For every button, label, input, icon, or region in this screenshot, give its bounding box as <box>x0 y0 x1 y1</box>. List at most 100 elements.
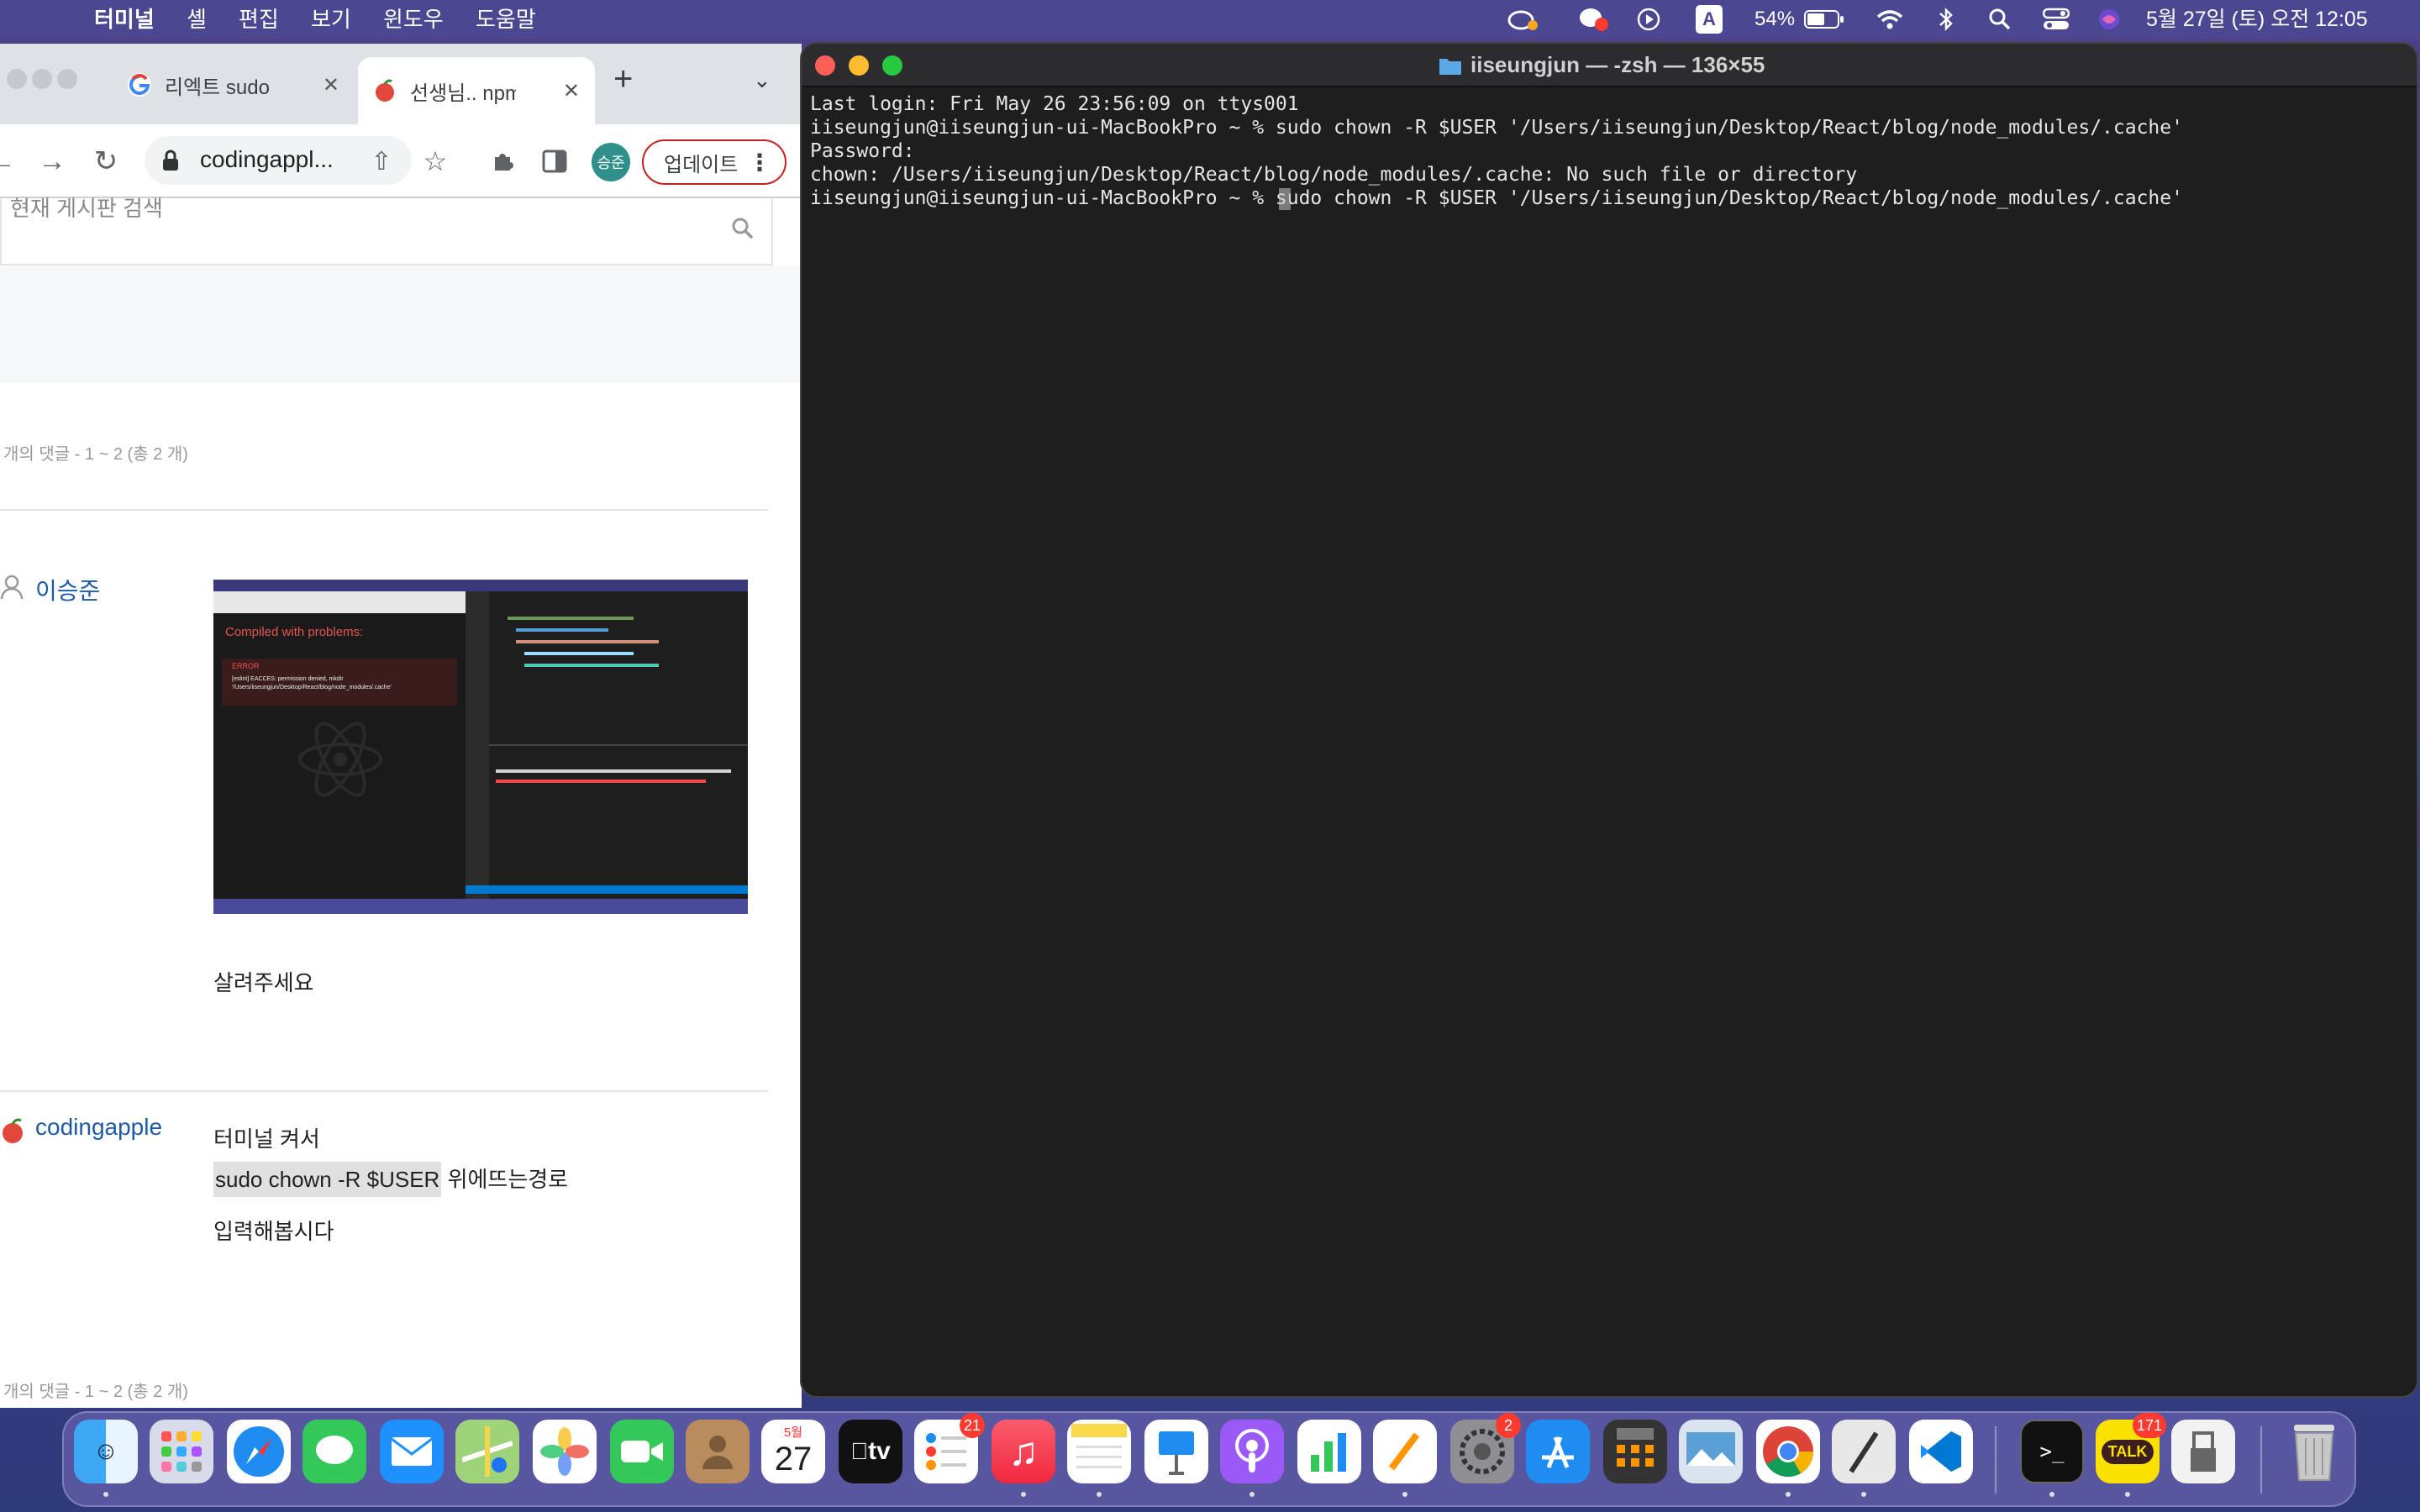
terminal-titlebar[interactable]: iiseungjun — -zsh — 136×55 <box>802 44 2417 87</box>
profile-avatar[interactable]: 승준 <box>592 143 630 181</box>
tab-title: 리엑트 sudo ch <box>165 76 271 99</box>
wifi-icon[interactable] <box>1874 5 1906 34</box>
share-icon[interactable]: ⇧ <box>360 139 403 183</box>
input-source-indicator[interactable]: A <box>1696 5 1723 34</box>
menu-help[interactable]: 도움말 <box>476 0 536 39</box>
folder-icon <box>1439 59 1461 75</box>
facetime-icon[interactable] <box>610 1420 674 1483</box>
reminders-badge: 21 <box>959 1413 985 1438</box>
new-tab-icon[interactable]: + <box>613 60 633 98</box>
dock-separator <box>1995 1426 1996 1494</box>
menu-edit[interactable]: 편집 <box>239 0 279 39</box>
notes-icon[interactable] <box>1067 1420 1131 1483</box>
zoom-window-button[interactable] <box>57 69 77 89</box>
mail-icon[interactable] <box>380 1420 444 1483</box>
screenshot-status-bar <box>466 885 748 894</box>
menubar-clock[interactable]: 5월 27일 (토) 오전 12:05 <box>2146 0 2368 39</box>
comment-line-rest: 위에뜨는경로 <box>441 1167 569 1192</box>
back-arrow-icon[interactable]: ← <box>0 139 24 183</box>
forward-arrow-icon[interactable]: → <box>30 139 74 183</box>
close-tab-icon[interactable]: ✕ <box>323 73 339 97</box>
reminders-icon[interactable]: 21 <box>914 1413 985 1483</box>
running-indicator <box>2049 1492 2054 1497</box>
system-settings-icon[interactable]: 2 <box>1450 1413 1521 1483</box>
close-tab-icon[interactable]: ✕ <box>563 79 580 103</box>
comment-line: 입력해봅시다 <box>213 1219 334 1244</box>
launchpad-icon[interactable] <box>150 1420 213 1483</box>
screenshot-activity-bar <box>466 591 489 899</box>
attached-screenshot[interactable]: Compiled with problems: ERROR [eslint] E… <box>213 580 748 914</box>
zoom-window-button[interactable] <box>882 55 902 76</box>
apple-tv-icon[interactable]: tv <box>839 1420 902 1483</box>
minimize-window-button[interactable] <box>32 69 52 89</box>
bluetooth-icon[interactable] <box>1934 5 1958 34</box>
close-window-button[interactable] <box>815 55 835 76</box>
screenshot-error-text: [eslint] EACCES: permission denied, mkdi… <box>232 676 392 690</box>
terminal-line: Last login: Fri May 26 23:56:09 on ttys0… <box>810 93 1299 115</box>
side-panel-icon[interactable] <box>533 139 576 183</box>
calendar-icon[interactable]: 5월 27 <box>761 1420 825 1483</box>
creative-cloud-icon[interactable] <box>1506 5 1539 34</box>
menu-view[interactable]: 보기 <box>311 0 351 39</box>
usb-tool-icon[interactable] <box>2171 1420 2235 1483</box>
vscode-icon[interactable] <box>1909 1420 1973 1483</box>
menu-window[interactable]: 윈도우 <box>383 0 444 39</box>
keynote-icon[interactable] <box>1144 1420 1208 1483</box>
control-center-icon[interactable] <box>2042 5 2070 34</box>
tab-search-chevron-icon[interactable]: ⌄ <box>753 67 771 93</box>
minimize-window-button[interactable] <box>849 55 869 76</box>
preview-icon[interactable] <box>1679 1420 1743 1483</box>
play-icon[interactable] <box>1634 5 1664 34</box>
comment-author[interactable]: 이승준 <box>35 573 100 606</box>
tab-react-sudo[interactable]: 리엑트 sudo ch ✕ <box>126 55 355 114</box>
screenshot-panel-divider <box>489 744 748 746</box>
more-menu-icon[interactable]: ⋮ <box>748 149 771 176</box>
calendar-day: 27 <box>774 1441 813 1478</box>
divider <box>0 509 768 511</box>
battery-icon[interactable] <box>1803 5 1845 34</box>
contacts-icon[interactable] <box>686 1420 750 1483</box>
script-editor-icon[interactable] <box>1832 1420 1896 1483</box>
settings-badge: 2 <box>1496 1413 1521 1438</box>
apple-avatar-icon <box>3 1118 23 1143</box>
menu-shell[interactable]: 셸 <box>187 0 207 39</box>
pages-icon[interactable] <box>1373 1420 1437 1483</box>
terminal-icon[interactable]: >_ <box>2020 1420 2084 1483</box>
board-search-field[interactable]: 현재 게시판 검색 <box>0 196 773 265</box>
menu-app-name[interactable]: 터미널 <box>94 0 155 39</box>
safari-icon[interactable] <box>227 1420 291 1483</box>
running-indicator <box>1402 1492 1407 1497</box>
comment-author[interactable]: codingapple <box>35 1114 162 1141</box>
notification-app-icon[interactable] <box>1576 5 1610 34</box>
app-store-icon[interactable] <box>1526 1420 1590 1483</box>
address-text[interactable]: codingappl... <box>200 146 334 173</box>
numbers-icon[interactable] <box>1297 1420 1361 1483</box>
trash-icon[interactable] <box>2282 1420 2346 1483</box>
terminal-line: iiseungjun@iiseungjun-ui-MacBookPro ~ % … <box>810 117 2183 139</box>
kakaotalk-icon[interactable]: TALK 171 <box>2096 1413 2166 1483</box>
screenshot-menubar <box>213 580 748 591</box>
terminal-cursor <box>1279 188 1291 210</box>
tab-npm-question[interactable]: 선생님.. npm s ✕ <box>358 57 595 124</box>
finder-icon[interactable]: ☺ <box>74 1420 138 1483</box>
react-logo-icon <box>298 722 382 797</box>
siri-icon[interactable] <box>2096 5 2123 34</box>
close-window-button[interactable] <box>7 69 27 89</box>
messages-icon[interactable] <box>302 1420 366 1483</box>
calculator-icon[interactable] <box>1603 1420 1667 1483</box>
terminal-window[interactable]: iiseungjun — -zsh — 136×55 Last login: F… <box>800 42 2418 1398</box>
maps-icon[interactable] <box>455 1420 519 1483</box>
screenshot-error-label: ERROR <box>232 662 260 670</box>
chrome-icon[interactable] <box>1756 1420 1820 1483</box>
podcasts-icon[interactable] <box>1220 1420 1284 1483</box>
music-icon[interactable]: ♫ <box>992 1420 1055 1483</box>
board-search-placeholder: 현재 게시판 검색 <box>10 196 163 221</box>
reload-icon[interactable]: ↻ <box>84 139 128 183</box>
update-button[interactable]: 업데이트 ⋮ <box>642 139 786 185</box>
bookmark-star-icon[interactable]: ☆ <box>413 139 457 183</box>
spotlight-search-icon[interactable] <box>1986 5 2013 34</box>
photos-icon[interactable] <box>533 1420 597 1483</box>
search-icon[interactable] <box>731 217 755 240</box>
terminal-title: iiseungjun — -zsh — 136×55 <box>1470 52 1765 77</box>
extensions-icon[interactable] <box>481 139 524 183</box>
